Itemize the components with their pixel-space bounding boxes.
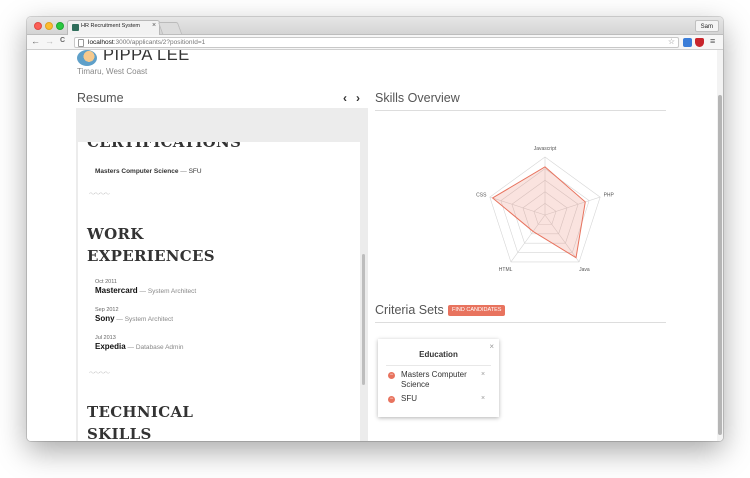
criteria-card-education: × Education − Masters Computer Science ×… xyxy=(378,339,499,417)
skills-divider xyxy=(375,110,666,111)
find-candidates-button[interactable]: FIND CANDIDATES xyxy=(448,305,506,316)
job-sep: — xyxy=(114,316,125,323)
radar-axis-label: Java xyxy=(579,267,590,273)
resume-prev-icon[interactable]: ‹ xyxy=(343,91,347,105)
url-path: :3000/applicants/2?positionId=1 xyxy=(113,39,206,46)
browser-tab[interactable]: HR Recruitment System × xyxy=(67,20,160,35)
applicant-location: Timaru, West Coast xyxy=(77,67,148,76)
tab-close-icon[interactable]: × xyxy=(152,22,156,29)
job-role: System Architect xyxy=(147,288,197,295)
maximize-window-button[interactable] xyxy=(56,22,64,30)
job-role: Database Admin xyxy=(135,344,184,351)
radar-axis-label: Javascript xyxy=(534,146,557,152)
skills-radar-chart: Javascript PHP Java HTML CSS xyxy=(476,146,615,273)
browser-menu-icon[interactable]: ≡ xyxy=(710,36,715,46)
applicant-name: PIPPA LEE xyxy=(103,50,190,64)
minimize-window-button[interactable] xyxy=(45,22,53,30)
resume-next-icon[interactable]: › xyxy=(356,91,360,105)
address-bar[interactable]: localhost:3000/applicants/2?positionId=1… xyxy=(74,37,679,48)
job-date: Jul 2013 xyxy=(95,335,116,341)
section-divider: 〜〜〜〜 xyxy=(89,371,110,377)
remove-circle-icon[interactable]: − xyxy=(388,372,395,379)
job-date: Sep 2012 xyxy=(95,307,119,313)
title-bar: HR Recruitment System × Sam xyxy=(27,17,723,35)
job-title-line: Expedia — Database Admin xyxy=(95,342,184,351)
url-text: localhost:3000/applicants/2?positionId=1 xyxy=(88,38,205,48)
job-company: Sony xyxy=(95,314,115,323)
job-company: Mastercard xyxy=(95,286,138,295)
page-scrollbar[interactable] xyxy=(717,50,723,441)
work-experiences-heading: WORK EXPERIENCES xyxy=(87,225,215,265)
certification-school: SFU xyxy=(188,168,202,175)
navigation-bar: ← → C localhost:3000/applicants/2?positi… xyxy=(27,35,723,50)
job-title-line: Mastercard — System Architect xyxy=(95,286,196,295)
criteria-card-title: Education xyxy=(419,350,458,359)
criteria-divider xyxy=(375,322,666,323)
resume-document: CERTIFICATIONS Masters Computer Science … xyxy=(78,142,360,441)
certification-sep: — xyxy=(178,168,189,175)
certification-degree: Masters Computer Science xyxy=(95,168,179,175)
page-content: PIPPA LEE Timaru, West Coast Resume ‹ › … xyxy=(27,50,723,441)
resume-title: Resume xyxy=(77,91,124,105)
radar-axis-label: CSS xyxy=(476,192,487,198)
page-scroll-thumb[interactable] xyxy=(718,95,722,435)
section-divider: 〜〜〜〜 xyxy=(89,192,110,198)
bookmark-star-icon[interactable]: ☆ xyxy=(668,37,675,46)
back-icon[interactable]: ← xyxy=(31,36,40,46)
tab-title: HR Recruitment System xyxy=(81,23,140,29)
criteria-item-label: Masters Computer Science xyxy=(401,370,467,389)
reload-icon[interactable]: C xyxy=(60,37,65,44)
desktop: HR Recruitment System × Sam ← → C localh… xyxy=(0,0,750,478)
url-host: localhost xyxy=(88,39,114,46)
skills-overview-title: Skills Overview xyxy=(375,91,460,105)
job-sep: — xyxy=(125,344,136,351)
job-entry: Jul 2013 Expedia — Database Admin xyxy=(95,335,184,351)
technical-skills-heading: TECHNICAL SKILLS xyxy=(87,403,194,441)
job-title-line: Sony — System Architect xyxy=(95,314,173,323)
delete-icon[interactable]: × xyxy=(481,370,485,380)
close-window-button[interactable] xyxy=(34,22,42,30)
job-role: System Architect xyxy=(124,316,174,323)
remove-circle-icon[interactable]: − xyxy=(388,396,395,403)
job-entry: Oct 2011 Mastercard — System Architect xyxy=(95,279,196,295)
criteria-sets-title: Criteria Sets xyxy=(375,303,444,317)
extension-icon[interactable] xyxy=(683,38,692,47)
job-sep: — xyxy=(137,288,148,295)
certifications-heading: CERTIFICATIONS xyxy=(87,142,242,151)
card-divider xyxy=(386,365,491,366)
new-tab-button[interactable] xyxy=(157,22,183,34)
job-entry: Sep 2012 Sony — System Architect xyxy=(95,307,173,323)
avatar xyxy=(77,50,97,66)
radar-axis-label: PHP xyxy=(604,192,615,198)
criteria-item-label: SFU xyxy=(401,394,417,403)
resume-scrollbar[interactable] xyxy=(362,254,365,385)
delete-icon[interactable]: × xyxy=(481,394,485,404)
forward-icon[interactable]: → xyxy=(45,36,54,46)
favicon-icon xyxy=(72,24,79,31)
job-company: Expedia xyxy=(95,342,126,351)
profile-button[interactable]: Sam xyxy=(694,20,719,32)
page-icon xyxy=(78,39,84,47)
radar-axis-label: HTML xyxy=(499,267,513,273)
certification-entry: Masters Computer Science — SFU xyxy=(95,168,202,175)
shield-extension-icon[interactable] xyxy=(695,38,704,47)
browser-window: HR Recruitment System × Sam ← → C localh… xyxy=(27,17,723,441)
job-date: Oct 2011 xyxy=(95,279,117,285)
radar-series-area xyxy=(491,166,586,259)
